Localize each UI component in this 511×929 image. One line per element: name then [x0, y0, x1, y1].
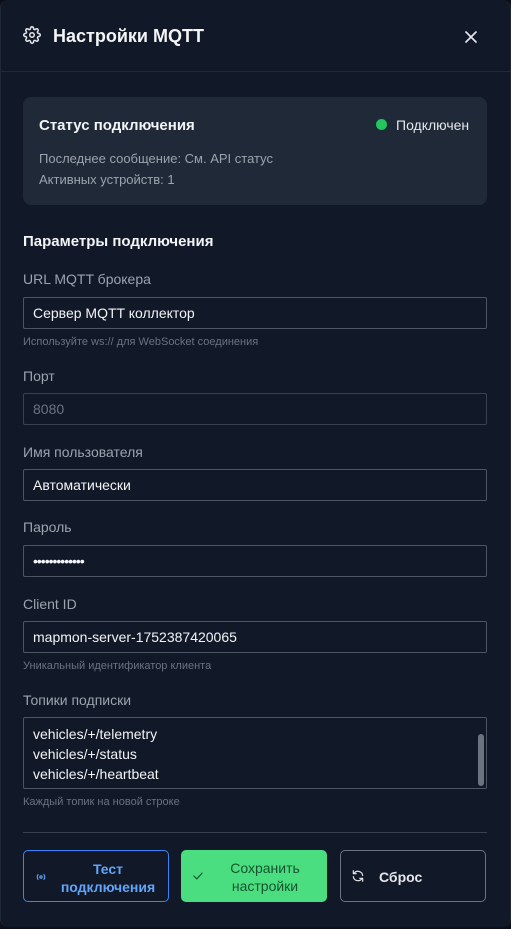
broker-url-label: URL MQTT брокера	[23, 271, 151, 287]
check-icon	[193, 872, 203, 880]
scrollbar-thumb[interactable]	[478, 734, 484, 786]
topics-textarea[interactable]: vehicles/+/telemetry vehicles/+/status v…	[23, 717, 487, 789]
broker-url-input[interactable]: Сервер MQTT коллектор	[23, 297, 487, 329]
active-devices: Активных устройств: 1	[39, 172, 175, 187]
connection-status-card: Статус подключения Подключен Последнее с…	[23, 97, 487, 205]
test-button-line1: Тест	[92, 861, 124, 877]
port-input[interactable]: 8080	[23, 393, 487, 425]
refresh-icon	[352, 870, 364, 882]
dialog-title: Настройки MQTT	[53, 26, 204, 46]
save-settings-button[interactable]: Сохранить настройки	[181, 850, 327, 902]
topics-scrollbar[interactable]	[478, 720, 484, 786]
status-title: Статус подключения	[39, 117, 195, 134]
password-label: Пароль	[23, 519, 72, 535]
test-button-line2: подключения	[60, 879, 156, 895]
topic-line: vehicles/+/heartbeat	[33, 766, 159, 782]
status-state: Подключен	[396, 117, 470, 133]
connection-params-title: Параметры подключения	[23, 233, 214, 250]
footer-divider	[23, 832, 487, 833]
client-id-label: Client ID	[23, 596, 77, 612]
broker-url-hint: Используйте ws:// для WebSocket соединен…	[23, 336, 259, 348]
dialog-header: Настройки MQTT	[1, 0, 511, 72]
last-message: Последнее сообщение: См. API статус	[39, 151, 273, 166]
topics-hint: Каждый топик на новой строке	[23, 796, 180, 808]
client-id-hint: Уникальный идентификатор клиента	[23, 660, 212, 672]
save-button-line1: Сохранить	[230, 860, 300, 876]
username-label: Имя пользователя	[23, 444, 143, 460]
test-button-label: Тест подключения	[58, 860, 158, 896]
reset-button[interactable]: Сброс	[340, 850, 486, 902]
status-indicator-dot	[376, 119, 387, 130]
topic-line: vehicles/+/telemetry	[33, 726, 158, 742]
close-icon[interactable]	[461, 27, 481, 47]
password-input[interactable]: •••••••••••••	[23, 545, 487, 577]
port-label: Порт	[23, 368, 55, 384]
save-button-label: Сохранить настройки	[215, 859, 315, 895]
topics-label: Топики подписки	[23, 692, 132, 708]
test-connection-button[interactable]: Тест подключения	[23, 850, 169, 902]
gear-icon	[23, 26, 41, 44]
username-input[interactable]: Автоматически	[23, 469, 487, 501]
signal-icon	[36, 874, 46, 880]
save-button-line2: настройки	[231, 878, 299, 894]
mqtt-settings-dialog: Настройки MQTT Статус подключения Подклю…	[0, 0, 511, 927]
client-id-input[interactable]: mapmon-server-1752387420065	[23, 621, 487, 653]
reset-button-label: Сброс	[379, 869, 423, 885]
topic-line: vehicles/+/status	[33, 746, 137, 762]
